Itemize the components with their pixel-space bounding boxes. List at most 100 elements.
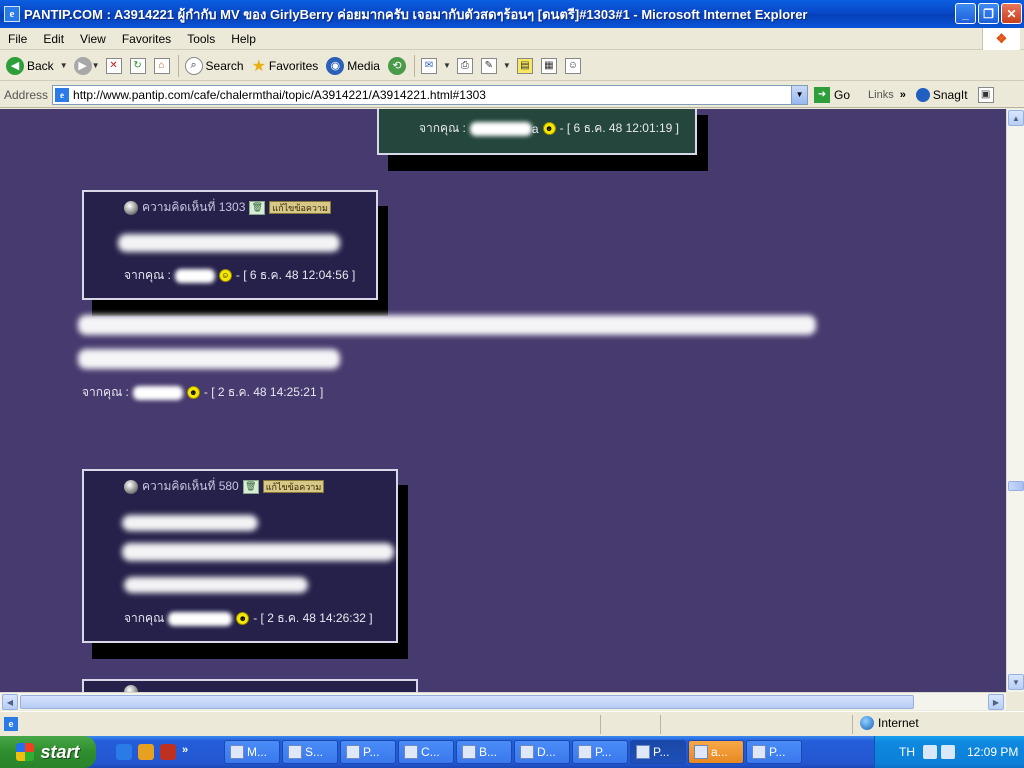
back-label: Back <box>27 58 54 73</box>
comment-box: ความคิดเห็นที่ 580 🗑 แก้ไขข้อความ จากคุณ… <box>82 469 398 643</box>
taskbar-button[interactable]: P... <box>340 740 396 764</box>
taskbar-button-label: P... <box>653 745 670 759</box>
h-scroll-thumb[interactable] <box>20 695 914 709</box>
media-button[interactable]: ◉ Media <box>326 56 380 75</box>
comment-header: ความคิดเห็นที่ 580 🗑 แก้ไขข้อความ <box>124 477 325 496</box>
search-button[interactable]: ⌕ Search <box>184 56 244 75</box>
security-zone: Internet <box>860 716 919 730</box>
scroll-thumb[interactable] <box>1008 481 1024 491</box>
taskbar-button[interactable]: P... <box>630 740 686 764</box>
author-name-redacted <box>174 268 215 283</box>
volume-icon[interactable] <box>941 745 955 759</box>
stop-icon[interactable]: ✕ <box>105 57 122 74</box>
snagit-window-icon[interactable]: ▣ <box>977 86 994 103</box>
snagit-icon <box>915 87 930 102</box>
forward-dropdown-icon[interactable]: ▼ <box>92 61 100 70</box>
taskbar-button[interactable]: S... <box>282 740 338 764</box>
menu-edit[interactable]: Edit <box>35 32 72 46</box>
discuss-icon[interactable]: ▤ <box>516 57 533 74</box>
comment-text-redacted <box>122 515 258 531</box>
quicklaunch-chevron-icon[interactable]: » <box>182 744 188 760</box>
window-icon <box>230 745 244 759</box>
links-chevron-icon[interactable]: » <box>900 89 906 101</box>
taskbar-button[interactable]: P... <box>572 740 628 764</box>
from-prefix: จากคุณ : <box>82 385 129 399</box>
scroll-down-icon[interactable]: ▼ <box>1008 674 1024 690</box>
restore-button[interactable]: ❐ <box>978 3 999 24</box>
from-line: จากคุณ : a ☻ - [ 6 ธ.ค. 48 12:01:19 ] <box>419 119 679 138</box>
scroll-up-icon[interactable]: ▲ <box>1008 110 1024 126</box>
title-bar[interactable]: e PANTIP.COM : A3914221 ผู้กำกับ MV ของ … <box>0 0 1024 28</box>
refresh-icon[interactable]: ↻ <box>129 57 146 74</box>
forward-arrow-icon[interactable]: ▶ <box>73 56 92 75</box>
address-input[interactable] <box>73 87 794 102</box>
ie-quicklaunch-icon[interactable] <box>116 744 132 760</box>
home-icon[interactable]: ⌂ <box>153 57 170 74</box>
mail-dropdown-icon[interactable]: ▼ <box>443 61 451 70</box>
menu-tools[interactable]: Tools <box>179 32 223 46</box>
horizontal-scrollbar[interactable]: ◀ ▶ <box>0 692 1006 710</box>
go-button[interactable]: ➜ Go <box>814 86 850 103</box>
from-prefix: จากคุณ <box>124 611 165 625</box>
comment-header: ความคิดเห็นที่ 1303 🗑 แก้ไขข้อความ <box>124 198 331 217</box>
links-label[interactable]: Links <box>868 89 894 101</box>
menu-view[interactable]: View <box>72 32 114 46</box>
page-content: จากคุณ : a ☻ - [ 6 ธ.ค. 48 12:01:19 ] คว… <box>0 109 1006 692</box>
system-tray: TH 12:09 PM <box>874 736 1024 768</box>
quicklaunch-icon[interactable] <box>160 744 176 760</box>
taskbar-button-label: D... <box>537 745 556 759</box>
smiley-icon: ☻ <box>542 122 556 135</box>
scroll-left-icon[interactable]: ◀ <box>2 694 18 710</box>
comment-text-redacted <box>118 234 340 252</box>
taskbar-button-label: B... <box>479 745 498 759</box>
messenger-icon[interactable]: ☺ <box>564 57 581 74</box>
print-icon[interactable]: ⎙ <box>456 57 473 74</box>
taskbar-button[interactable]: M... <box>224 740 280 764</box>
address-dropdown-icon[interactable]: ▼ <box>791 85 808 104</box>
taskbar-button[interactable]: P... <box>746 740 802 764</box>
globe-icon <box>860 716 874 730</box>
research-icon[interactable]: ▦ <box>540 57 557 74</box>
window-icon <box>578 745 592 759</box>
comment-timestamp: - [ 2 ธ.ค. 48 14:25:21 ] <box>203 385 324 399</box>
windows-flag-icon <box>16 743 35 761</box>
author-name-suffix: a <box>531 121 539 136</box>
menu-favorites[interactable]: Favorites <box>114 32 179 46</box>
edit-dropdown-icon[interactable]: ▼ <box>503 61 511 70</box>
favorites-button[interactable]: ★ Favorites <box>252 56 319 76</box>
taskbar-button-label: P... <box>363 745 380 759</box>
from-prefix: จากคุณ : <box>419 121 466 135</box>
edit-icon[interactable]: ✎ <box>480 57 497 74</box>
back-button[interactable]: ◀ Back <box>6 56 54 75</box>
from-line: จากคุณ : ☻ - [ 2 ธ.ค. 48 14:25:21 ] <box>82 383 323 402</box>
from-prefix: จากคุณ : <box>124 268 171 282</box>
history-icon[interactable]: ⟲ <box>387 56 406 75</box>
mail-icon[interactable]: ✉ <box>420 57 437 74</box>
snagit-button[interactable]: SnagIt <box>915 87 968 102</box>
taskbar-button[interactable]: B... <box>456 740 512 764</box>
toolbar: ◀ Back ▼ ▶ ▼ ✕ ↻ ⌂ ⌕ Search ★ Favorites … <box>0 51 1024 81</box>
edit-message-button[interactable]: แก้ไขข้อความ <box>262 480 325 493</box>
scroll-right-icon[interactable]: ▶ <box>988 694 1004 710</box>
network-icon[interactable] <box>923 745 937 759</box>
language-indicator[interactable]: TH <box>899 745 915 759</box>
taskbar-button[interactable]: D... <box>514 740 570 764</box>
menu-file[interactable]: File <box>0 32 35 46</box>
edit-message-button[interactable]: แก้ไขข้อความ <box>269 201 331 214</box>
status-separator <box>660 715 661 734</box>
menu-help[interactable]: Help <box>223 32 264 46</box>
favorites-label: Favorites <box>268 58 319 73</box>
comment-number: ความคิดเห็นที่ 580 <box>142 479 239 493</box>
delete-icon[interactable]: 🗑 <box>242 479 259 494</box>
taskbar-button[interactable]: C... <box>398 740 454 764</box>
quick-launch: » <box>116 744 224 760</box>
comment-text-redacted <box>122 543 394 561</box>
quicklaunch-icon[interactable] <box>138 744 154 760</box>
taskbar-button[interactable]: a... <box>688 740 744 764</box>
start-button[interactable]: start <box>0 736 96 768</box>
back-dropdown-icon[interactable]: ▼ <box>60 61 68 70</box>
close-button[interactable]: ✕ <box>1001 3 1022 24</box>
delete-icon[interactable]: 🗑 <box>249 200 266 215</box>
vertical-scrollbar[interactable]: ▲ ▼ <box>1006 109 1024 692</box>
minimize-button[interactable]: _ <box>955 3 976 24</box>
